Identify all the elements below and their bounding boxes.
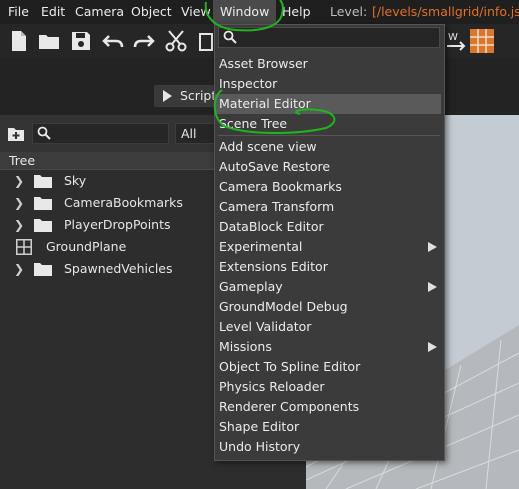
chevron-right-icon[interactable]: ❯ bbox=[14, 174, 24, 188]
menu-separator bbox=[218, 135, 440, 136]
menu-item-extensions-editor[interactable]: Extensions Editor bbox=[215, 257, 444, 277]
play-icon bbox=[163, 90, 172, 102]
redo-icon[interactable] bbox=[131, 28, 157, 54]
menu-camera[interactable]: Camera bbox=[75, 0, 124, 24]
menu-view[interactable]: View bbox=[181, 0, 211, 24]
level-path: [/levels/smallgrid/info.json bbox=[372, 4, 519, 19]
menu-window[interactable]: Window bbox=[213, 0, 277, 24]
menu-item-datablock-editor[interactable]: DataBlock Editor bbox=[215, 217, 444, 237]
level-label: Level: bbox=[330, 4, 368, 19]
tree-item-label: Sky bbox=[64, 173, 87, 188]
submenu-arrow-icon bbox=[428, 342, 437, 352]
menu-bar: File Edit Camera Object View Window Help… bbox=[0, 0, 519, 24]
chevron-right-icon[interactable]: ❯ bbox=[14, 218, 24, 232]
menu-item-camera-transform[interactable]: Camera Transform bbox=[215, 197, 444, 217]
submenu-arrow-icon bbox=[428, 282, 437, 292]
svg-text:W: W bbox=[448, 32, 458, 43]
submenu-arrow-icon bbox=[428, 242, 437, 252]
tree-item-label: CameraBookmarks bbox=[64, 195, 183, 210]
tree-item-playerdroppoints[interactable]: ❯ PlayerDropPoints bbox=[0, 214, 214, 236]
menu-file[interactable]: File bbox=[8, 0, 29, 24]
grid-icon bbox=[16, 239, 32, 255]
menu-item-missions[interactable]: Missions bbox=[215, 337, 444, 357]
folder-icon bbox=[34, 175, 52, 188]
chevron-right-icon[interactable]: ❯ bbox=[14, 262, 24, 276]
folder-icon bbox=[34, 197, 52, 210]
menu-item-level-validator[interactable]: Level Validator bbox=[215, 317, 444, 337]
chevron-right-icon[interactable]: ❯ bbox=[14, 196, 24, 210]
menu-item-shape-editor[interactable]: Shape Editor bbox=[215, 417, 444, 437]
menu-object[interactable]: Object bbox=[131, 0, 172, 24]
tree-header-label: Tree bbox=[9, 153, 36, 168]
menu-edit[interactable]: Edit bbox=[41, 0, 65, 24]
search-icon bbox=[37, 126, 51, 140]
tree-item-label: PlayerDropPoints bbox=[64, 217, 171, 232]
menu-item-physics-reloader[interactable]: Physics Reloader bbox=[215, 377, 444, 397]
tree-item-camerabookmarks[interactable]: ❯ CameraBookmarks bbox=[0, 192, 214, 214]
tree-item-groundplane[interactable]: GroundPlane bbox=[0, 236, 214, 258]
tree-item-label: SpawnedVehicles bbox=[64, 261, 173, 276]
window-menu-search-input[interactable] bbox=[218, 27, 440, 48]
menu-item-add-scene-view[interactable]: Add scene view bbox=[215, 137, 444, 157]
open-folder-icon[interactable] bbox=[36, 28, 62, 54]
tree-item-spawnedvehicles[interactable]: ❯ SpawnedVehicles bbox=[0, 258, 214, 280]
menu-item-undo-history[interactable]: Undo History bbox=[215, 437, 444, 457]
folder-icon bbox=[34, 219, 52, 232]
menu-item-autosave-restore[interactable]: AutoSave Restore bbox=[215, 157, 444, 177]
move-tool-icon[interactable]: W bbox=[444, 28, 470, 54]
menu-item-object-to-spline-editor[interactable]: Object To Spline Editor bbox=[215, 357, 444, 377]
tree-item-sky[interactable]: ❯ Sky bbox=[0, 170, 214, 192]
grid-snap-icon[interactable] bbox=[469, 28, 495, 54]
menu-item-asset-browser[interactable]: Asset Browser bbox=[215, 54, 444, 74]
undo-icon[interactable] bbox=[100, 28, 126, 54]
menu-item-gameplay[interactable]: Gameplay bbox=[215, 277, 444, 297]
menu-item-renderer-components[interactable]: Renderer Components bbox=[215, 397, 444, 417]
new-file-icon[interactable] bbox=[6, 28, 32, 54]
cut-icon[interactable] bbox=[163, 28, 189, 54]
menu-help[interactable]: Help bbox=[282, 0, 311, 24]
menu-item-scene-tree[interactable]: Scene Tree bbox=[215, 114, 444, 134]
folder-icon bbox=[34, 263, 52, 276]
search-icon bbox=[223, 30, 237, 44]
menu-item-groundmodel-debug[interactable]: GroundModel Debug bbox=[215, 297, 444, 317]
menu-item-camera-bookmarks[interactable]: Camera Bookmarks bbox=[215, 177, 444, 197]
menu-item-material-editor[interactable]: Material Editor bbox=[215, 94, 441, 114]
script-button-label: Script bbox=[180, 88, 217, 103]
filter-value: All bbox=[181, 126, 197, 141]
tree-item-label: GroundPlane bbox=[46, 239, 127, 254]
add-object-icon[interactable] bbox=[7, 125, 25, 142]
save-icon[interactable] bbox=[68, 28, 94, 54]
menu-item-inspector[interactable]: Inspector bbox=[215, 74, 444, 94]
scene-search-input[interactable] bbox=[32, 123, 169, 144]
menu-item-experimental[interactable]: Experimental bbox=[215, 237, 444, 257]
